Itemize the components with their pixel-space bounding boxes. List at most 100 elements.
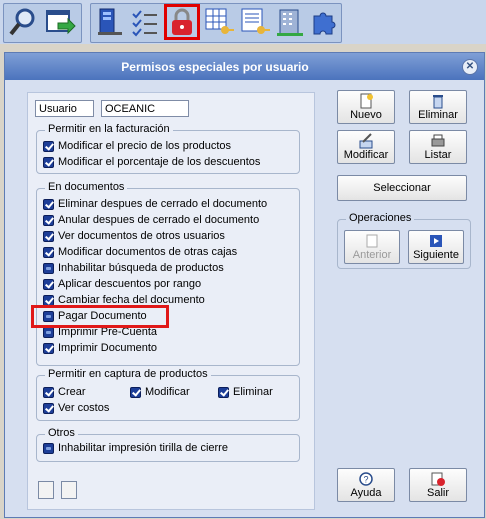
checkbox-label: Eliminar despues de cerrado el documento <box>58 198 268 210</box>
main-toolbar <box>0 0 486 44</box>
help-icon: ? <box>359 472 373 486</box>
eliminar-button[interactable]: Eliminar <box>409 90 467 124</box>
group-title: Permitir en captura de productos <box>45 368 211 380</box>
group-otros: Otros Inhabilitar impresión tirilla de c… <box>36 427 300 462</box>
siguiente-button[interactable]: Siguiente <box>408 230 464 264</box>
group-facturacion: Permitir en la facturación Modificar el … <box>36 123 300 174</box>
checkbox-icon[interactable] <box>43 342 54 354</box>
checkbox-label: Ver documentos de otros usuarios <box>58 230 225 242</box>
checkbox-crear[interactable]: Crear <box>43 385 86 401</box>
group-documentos: En documentos Eliminar despues de cerrad… <box>31 181 300 366</box>
toolbar-group-2 <box>90 3 342 43</box>
button-label: Nuevo <box>350 109 382 121</box>
checkbox-aplicar-descuentos[interactable]: Aplicar descuentos por rango <box>43 277 201 293</box>
checkbox-eliminar-despues[interactable]: Eliminar despues de cerrado el documento <box>43 197 267 213</box>
checkbox-label: Eliminar <box>233 386 273 398</box>
svg-text:?: ? <box>363 475 368 485</box>
checkbox-label: Imprimir Documento <box>58 342 158 354</box>
user-list-icon[interactable] <box>94 6 126 38</box>
group-title: Operaciones <box>346 212 415 224</box>
grid-key-icon[interactable] <box>203 6 235 38</box>
nuevo-button[interactable]: Nuevo <box>337 90 395 124</box>
previous-icon <box>366 234 378 248</box>
user-label-box: Usuario <box>35 100 94 117</box>
highlight-box <box>31 305 169 328</box>
checkbox-modificar-precio[interactable]: Modificar el precio de los productos <box>43 139 231 155</box>
checkbox-icon[interactable] <box>43 278 54 290</box>
button-label: Listar <box>424 149 452 161</box>
user-field[interactable]: OCEANIC <box>101 100 189 117</box>
group-title: En documentos <box>45 181 128 193</box>
group-title: Permitir en la facturación <box>45 123 173 135</box>
building-icon[interactable] <box>274 6 306 38</box>
window-title-bar: Permisos especiales por usuario ✕ <box>5 53 484 80</box>
search-icon[interactable] <box>7 6 39 38</box>
button-label: Siguiente <box>413 249 459 261</box>
export-form-icon[interactable] <box>44 6 76 38</box>
uncheck-all-icon[interactable] <box>61 481 77 499</box>
checkbox-label: Inhabilitar búsqueda de productos <box>58 262 224 274</box>
edit-icon <box>359 133 373 149</box>
checkbox-inhabilitar-busqueda[interactable]: Inhabilitar búsqueda de productos <box>43 261 224 277</box>
printer-icon <box>431 134 445 147</box>
modificar-button[interactable]: Modificar <box>337 130 395 164</box>
checkbox-inhabilitar-impresion[interactable]: Inhabilitar impresión tirilla de cierre <box>43 441 228 457</box>
salir-button[interactable]: Salir <box>409 468 467 502</box>
window-title: Permisos especiales por usuario <box>121 60 309 74</box>
checkbox-imprimir-documento[interactable]: Imprimir Documento <box>43 341 157 357</box>
checkbox-label: Aplicar descuentos por rango <box>58 278 202 290</box>
close-icon[interactable]: ✕ <box>462 59 478 75</box>
checkbox-label: Ver costos <box>58 402 110 414</box>
toolbar-group-1 <box>3 3 82 43</box>
seleccionar-button[interactable]: Seleccionar <box>337 175 467 201</box>
checkbox-icon[interactable] <box>43 198 54 210</box>
checkbox-label: Modificar <box>145 386 190 398</box>
checkbox-modificar[interactable]: Modificar <box>130 385 190 401</box>
group-title: Otros <box>45 427 78 439</box>
checkbox-label: Modificar documentos de otras cajas <box>58 246 238 258</box>
checkbox-icon[interactable] <box>43 326 54 338</box>
checkbox-anular-despues[interactable]: Anular despues de cerrado el documento <box>43 213 259 229</box>
checkbox-icon[interactable] <box>43 294 54 306</box>
checkbox-icon[interactable] <box>43 230 54 242</box>
checkbox-icon[interactable] <box>43 442 54 454</box>
checkbox-icon[interactable] <box>43 386 54 398</box>
checkbox-modificar-documentos[interactable]: Modificar documentos de otras cajas <box>43 245 237 261</box>
checkbox-icon[interactable] <box>43 156 54 168</box>
checkbox-label: Inhabilitar impresión tirilla de cierre <box>58 442 228 454</box>
checkbox-label: Modificar el porcentaje de los descuento… <box>58 156 261 168</box>
checkbox-icon[interactable] <box>43 402 54 414</box>
checkbox-ver-documentos[interactable]: Ver documentos de otros usuarios <box>43 229 225 245</box>
checkbox-icon[interactable] <box>43 214 54 226</box>
permissions-window: Permisos especiales por usuario ✕ Usuari… <box>4 52 485 518</box>
checkbox-icon[interactable] <box>43 140 54 152</box>
lock-permissions-icon[interactable] <box>164 4 200 40</box>
new-document-icon <box>360 93 373 109</box>
group-operaciones: Operaciones Anterior Siguiente <box>337 212 471 269</box>
listar-button[interactable]: Listar <box>409 130 467 164</box>
checkbox-modificar-descuentos[interactable]: Modificar el porcentaje de los descuento… <box>43 155 260 171</box>
checkbox-label: Anular despues de cerrado el documento <box>58 214 260 226</box>
checkbox-label: Crear <box>58 386 86 398</box>
button-label: Ayuda <box>350 487 382 499</box>
checkbox-icon[interactable] <box>43 262 54 274</box>
puzzle-icon[interactable] <box>308 6 340 38</box>
trash-icon <box>433 95 443 109</box>
button-label: Seleccionar <box>373 182 431 194</box>
document-key-icon[interactable] <box>239 6 271 38</box>
ayuda-button[interactable]: ? Ayuda <box>337 468 395 502</box>
exit-icon <box>431 472 445 486</box>
checkbox-icon[interactable] <box>218 386 229 398</box>
checklist-icon[interactable] <box>129 6 161 38</box>
checkbox-icon[interactable] <box>43 246 54 258</box>
checkbox-ver-costos[interactable]: Ver costos <box>43 401 109 417</box>
permissions-panel: Usuario OCEANIC Permitir en la facturaci… <box>27 92 315 510</box>
button-label: Modificar <box>343 149 389 161</box>
next-icon <box>430 235 442 247</box>
anterior-button[interactable]: Anterior <box>344 230 400 264</box>
checkbox-icon[interactable] <box>130 386 141 398</box>
checkbox-label: Modificar el precio de los productos <box>58 140 232 152</box>
check-all-icon[interactable] <box>38 481 54 499</box>
group-captura: Permitir en captura de productos Crear M… <box>36 368 300 421</box>
checkbox-eliminar[interactable]: Eliminar <box>218 385 273 401</box>
